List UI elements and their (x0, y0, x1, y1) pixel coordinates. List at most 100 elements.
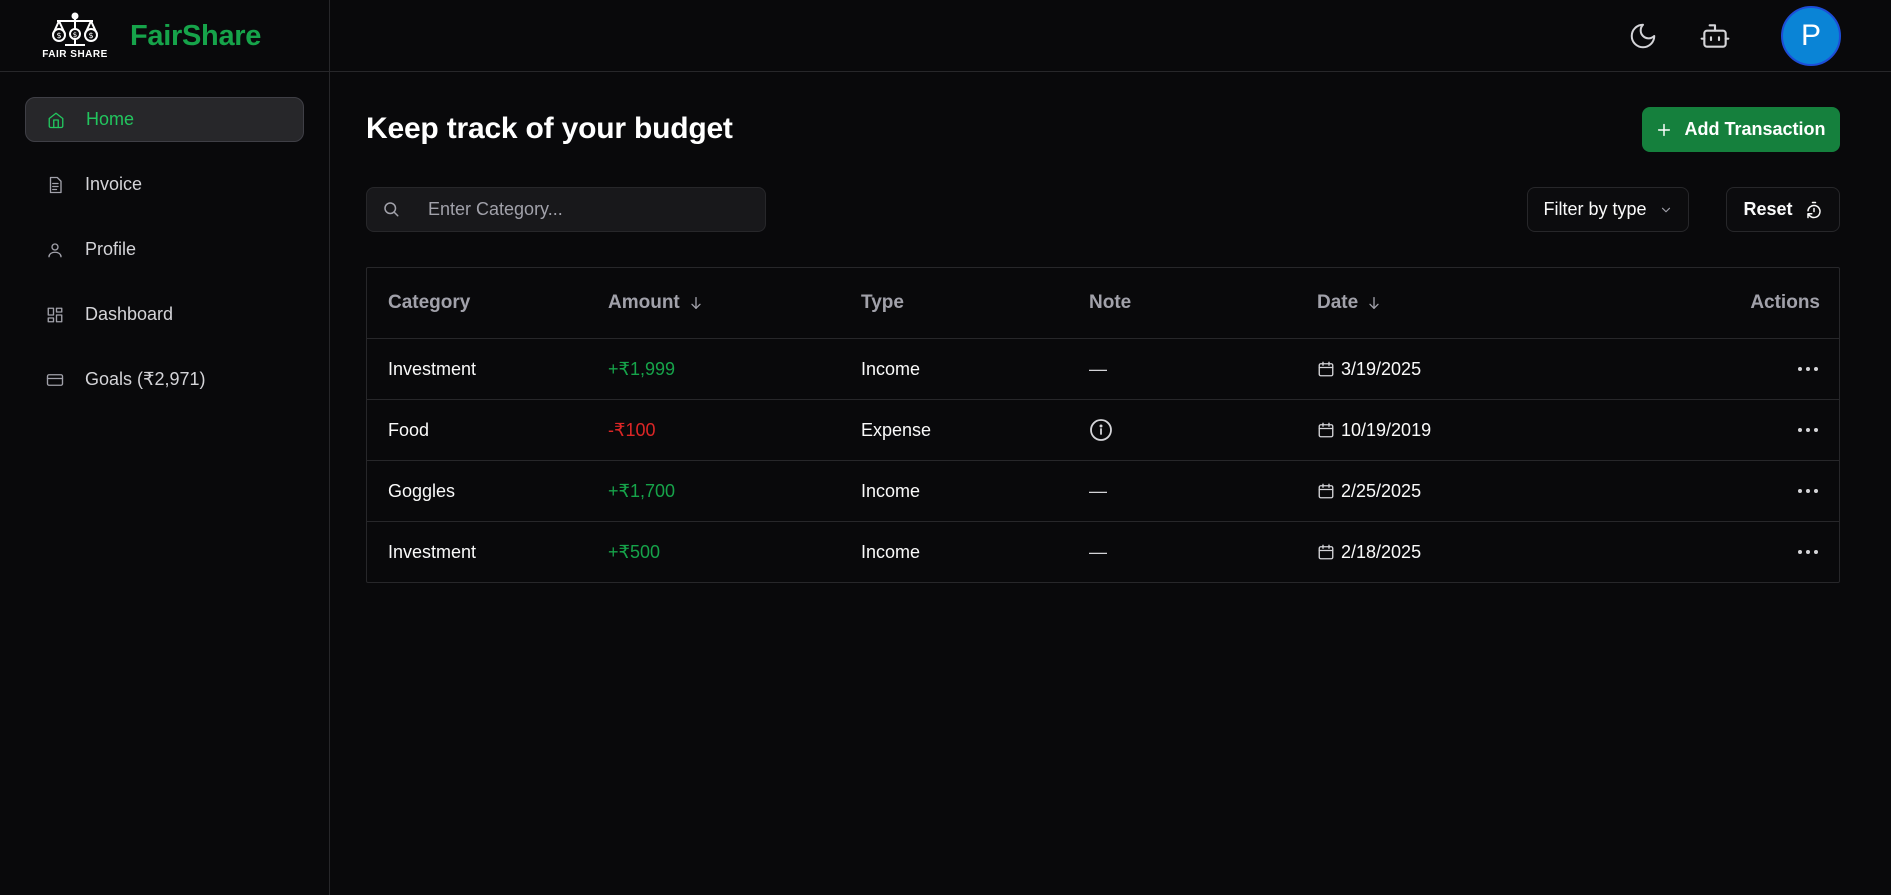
amount-cell: +₹1,700 (608, 480, 676, 501)
bot-icon (1700, 24, 1730, 48)
more-options-icon[interactable] (1797, 426, 1819, 434)
category-cell: Food (388, 419, 430, 440)
date-value: 2/25/2025 (1341, 480, 1422, 501)
note-cell: — (1089, 358, 1107, 379)
amount-cell: +₹500 (608, 541, 660, 562)
calendar-icon (1317, 360, 1335, 378)
timer-reset-icon (1805, 201, 1823, 219)
sidebar-item-label: Goals (₹2,971) (85, 369, 206, 389)
date-value: 2/18/2025 (1341, 541, 1422, 562)
top-actions: P (1621, 0, 1841, 72)
sidebar: Home Invoice Profile Dashboard Goals (₹2… (0, 72, 330, 895)
assistant-button[interactable] (1693, 14, 1737, 58)
category-cell: Goggles (388, 480, 456, 501)
home-icon (46, 110, 66, 130)
reset-button[interactable]: Reset (1726, 187, 1840, 232)
note-cell: — (1089, 541, 1107, 562)
top-bar: $ $ $ FAIR SHARE FairShare P (0, 0, 1891, 72)
more-options-icon[interactable] (1797, 487, 1819, 495)
type-cell: Income (861, 541, 921, 562)
user-icon (45, 240, 65, 260)
column-header-label: Note (1089, 292, 1132, 313)
svg-text:$: $ (56, 31, 61, 40)
scales-icon: $ $ $ (52, 12, 98, 46)
type-cell: Income (861, 358, 921, 379)
sidebar-item-home[interactable]: Home (25, 97, 304, 142)
brand-name: FairShare (130, 19, 262, 52)
arrow-down-icon (688, 295, 704, 311)
amount-cell: +₹1,999 (608, 358, 676, 379)
column-header-amount[interactable]: Amount (608, 292, 861, 314)
category-cell: Investment (388, 358, 477, 379)
actions-cell (1747, 548, 1839, 556)
plus-icon (1656, 122, 1672, 138)
type-cell: Income (861, 480, 921, 501)
fair-share-logo: $ $ $ FAIR SHARE (38, 10, 112, 62)
date-cell: 3/19/2025 (1317, 359, 1747, 380)
sidebar-item-label: Profile (85, 239, 137, 259)
svg-text:$: $ (73, 31, 77, 39)
actions-cell (1747, 487, 1839, 495)
sidebar-item-label: Invoice (85, 174, 143, 194)
note-cell (1089, 418, 1317, 442)
table-header-row: Category Amount Type Note Date Actions (367, 268, 1839, 338)
table-row: Food -₹100 Expense 10/19/2019 (367, 399, 1839, 460)
column-header-date[interactable]: Date (1317, 292, 1747, 314)
column-header-label: Date (1317, 292, 1359, 313)
add-transaction-button[interactable]: Add Transaction (1642, 107, 1840, 152)
search-icon (382, 200, 402, 220)
column-header-label: Type (861, 292, 904, 313)
more-options-icon[interactable] (1797, 548, 1819, 556)
main-content: Keep track of your budget Add Transactio… (366, 72, 1840, 895)
calendar-icon (1317, 421, 1335, 439)
moon-icon (1630, 23, 1656, 49)
date-cell: 10/19/2019 (1317, 420, 1747, 441)
date-value: 10/19/2019 (1341, 419, 1432, 440)
arrow-down-icon (1366, 295, 1382, 311)
actions-cell (1747, 426, 1839, 434)
sidebar-item-label: Dashboard (85, 304, 174, 324)
column-header-note: Note (1089, 292, 1317, 314)
table-row: Goggles +₹1,700 Income — 2/25/2025 (367, 460, 1839, 521)
sidebar-item-invoice[interactable]: Invoice (25, 162, 304, 207)
calendar-icon (1317, 543, 1335, 561)
info-icon[interactable] (1089, 418, 1113, 442)
date-value: 3/19/2025 (1341, 358, 1422, 379)
sidebar-item-profile[interactable]: Profile (25, 227, 304, 272)
card-icon (45, 370, 65, 390)
sidebar-item-label: Home (86, 109, 135, 129)
add-transaction-label: Add Transaction (1684, 119, 1826, 139)
more-options-icon[interactable] (1797, 365, 1819, 373)
search-input[interactable] (428, 199, 728, 220)
filter-label: Filter by type (1543, 199, 1647, 219)
transactions-table: Category Amount Type Note Date Actions I… (366, 267, 1840, 583)
brand[interactable]: $ $ $ FAIR SHARE FairShare (0, 0, 330, 72)
svg-text:$: $ (88, 31, 93, 40)
column-header-type: Type (861, 292, 1089, 314)
sidebar-item-goals[interactable]: Goals (₹2,971) (25, 357, 304, 402)
search-box[interactable] (366, 187, 766, 232)
actions-cell (1747, 365, 1839, 373)
note-cell: — (1089, 480, 1107, 501)
amount-cell: -₹100 (608, 419, 656, 440)
column-header-label: Category (388, 292, 471, 313)
theme-toggle-button[interactable] (1621, 14, 1665, 58)
calendar-icon (1317, 482, 1335, 500)
reset-label: Reset (1743, 199, 1793, 219)
column-header-category: Category (367, 292, 608, 314)
table-row: Investment +₹1,999 Income — 3/19/2025 (367, 338, 1839, 399)
dashboard-icon (45, 305, 65, 325)
category-cell: Investment (388, 541, 477, 562)
type-cell: Expense (861, 419, 932, 440)
avatar[interactable]: P (1781, 6, 1841, 66)
column-header-label: Amount (608, 292, 680, 313)
date-cell: 2/18/2025 (1317, 542, 1747, 563)
sidebar-item-dashboard[interactable]: Dashboard (25, 292, 304, 337)
date-cell: 2/25/2025 (1317, 481, 1747, 502)
app-root: $ $ $ FAIR SHARE FairShare P Home Invoic… (0, 0, 1891, 895)
chevron-down-icon (1659, 203, 1673, 217)
filter-by-type-dropdown[interactable]: Filter by type (1527, 187, 1689, 232)
logo-text: FAIR SHARE (42, 49, 108, 60)
column-header-label: Actions (1750, 292, 1820, 313)
column-header-actions: Actions (1747, 292, 1839, 314)
